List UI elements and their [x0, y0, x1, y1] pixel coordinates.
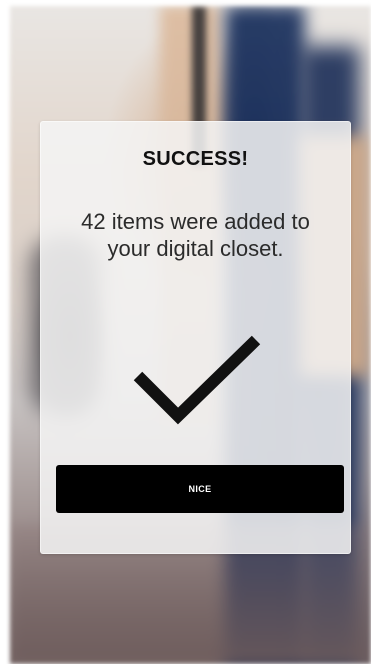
app-screen: SUCCESS! 42 items were added to your dig…	[0, 0, 371, 664]
modal-message: 42 items were added to your digital clos…	[81, 209, 310, 261]
checkmark-icon	[133, 335, 261, 425]
modal-title: SUCCESS!	[142, 148, 249, 170]
success-modal: SUCCESS! 42 items were added to your dig…	[40, 121, 351, 554]
nice-button[interactable]: NICE	[56, 465, 344, 513]
